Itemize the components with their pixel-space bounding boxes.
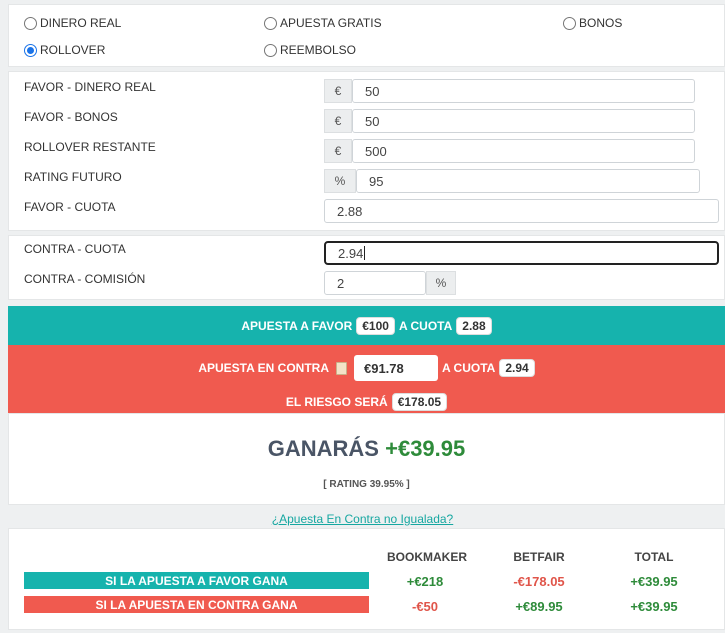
profit-headline: GANARÁS +€39.95 (267, 436, 466, 461)
favor-stake-badge: €100 (356, 316, 395, 335)
radio-circle-icon[interactable] (24, 16, 37, 30)
percent-addon: % (324, 169, 356, 193)
radio-circle-icon[interactable] (264, 16, 277, 30)
result-favor-banner: APUESTA A FAVOR €100 A CUOTA 2.88 (8, 306, 725, 345)
outcome-table: BOOKMAKER BETFAIR TOTAL SI LA APUESTA A … (8, 528, 725, 630)
contra-cuota-input[interactable]: 2.94 (324, 241, 719, 265)
percent-addon: % (426, 271, 456, 295)
radio-circle-icon[interactable] (563, 16, 576, 30)
rating-futuro-label: RATING FUTURO (24, 170, 122, 184)
favor-dinero-real-input[interactable]: 50 (352, 79, 695, 103)
contra-comision-label: CONTRA - COMISIÓN (24, 272, 146, 286)
table-cell: +€39.95 (630, 574, 678, 589)
risk-badge: €178.05 (391, 393, 448, 411)
risk-row: EL RIESGO SERÁ €178.05 (8, 393, 725, 411)
favor-odds-badge: 2.88 (456, 316, 492, 335)
bet-type-panel: DINERO REAL APUESTA GRATIS BONOS ROLLOVE… (8, 4, 725, 67)
header-total: TOTAL (634, 550, 674, 564)
radio-rollover[interactable]: ROLLOVER (24, 43, 105, 57)
contra-cuota-label: CONTRA - CUOTA (24, 242, 126, 256)
euro-addon: € (324, 139, 352, 163)
lay-stake-value[interactable]: €91.78 (353, 355, 438, 381)
euro-addon: € (324, 79, 352, 103)
favor-cuota-input[interactable]: 2.88 (324, 199, 719, 223)
radio-dinero-real[interactable]: DINERO REAL (24, 16, 121, 30)
radio-selected-icon[interactable] (24, 43, 37, 57)
favor-cuota-label: FAVOR - CUOTA (24, 200, 116, 214)
table-cell: -€178.05 (513, 574, 565, 589)
radio-reembolso[interactable]: REEMBOLSO (264, 43, 356, 57)
table-cell: +€39.95 (630, 599, 678, 614)
favor-form: FAVOR - DINERO REAL € 50 FAVOR - BONOS €… (8, 71, 725, 231)
text-caret (364, 246, 366, 260)
table-cell: +€218 (406, 574, 444, 589)
contra-comision-input[interactable]: 2 (324, 271, 426, 295)
table-cell: +€89.95 (515, 599, 563, 614)
clipboard-icon[interactable] (335, 361, 347, 375)
contra-form: CONTRA - CUOTA 2.94 CONTRA - COMISIÓN 2 … (8, 235, 725, 300)
row-label-favor-wins: SI LA APUESTA A FAVOR GANA (24, 572, 369, 589)
favor-dinero-real-label: FAVOR - DINERO REAL (24, 80, 156, 94)
rollover-restante-label: ROLLOVER RESTANTE (24, 140, 156, 154)
table-cell: -€50 (411, 599, 439, 614)
profit-panel: GANARÁS +€39.95 [ RATING 39.95% ] (8, 413, 725, 505)
rating-text: [ RATING 39.95% ] (323, 479, 410, 490)
header-betfair: BETFAIR (513, 550, 565, 564)
lay-stake-row: APUESTA EN CONTRA €91.78 A CUOTA 2.94 (8, 355, 725, 381)
lay-odds-badge: 2.94 (499, 359, 535, 377)
radio-circle-icon[interactable] (264, 43, 277, 57)
unmatched-lay-link[interactable]: ¿Apuesta En Contra no Igualada? (0, 512, 725, 526)
radio-apuesta-gratis[interactable]: APUESTA GRATIS (264, 16, 382, 30)
euro-addon: € (324, 109, 352, 133)
profit-value: +€39.95 (385, 436, 466, 461)
rollover-restante-input[interactable]: 500 (352, 139, 695, 163)
rating-futuro-input[interactable]: 95 (356, 169, 700, 193)
result-contra-banner: APUESTA EN CONTRA €91.78 A CUOTA 2.94 EL… (8, 345, 725, 413)
row-label-contra-wins: SI LA APUESTA EN CONTRA GANA (24, 596, 369, 613)
header-bookmaker: BOOKMAKER (387, 550, 467, 564)
favor-bonos-input[interactable]: 50 (352, 109, 695, 133)
favor-bonos-label: FAVOR - BONOS (24, 110, 118, 124)
radio-bonos[interactable]: BONOS (563, 16, 622, 30)
